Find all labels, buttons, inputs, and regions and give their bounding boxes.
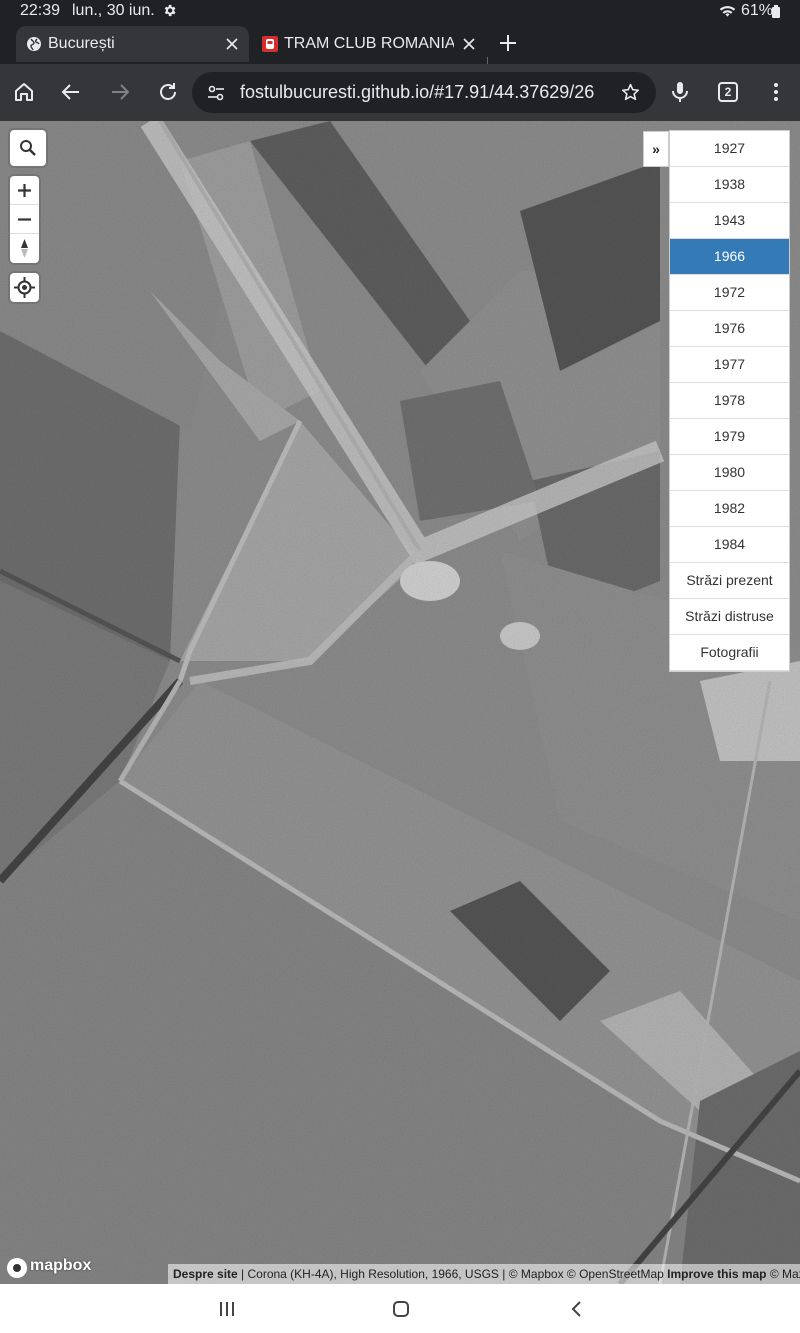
layer-item-1978[interactable]: 1978 (670, 383, 789, 419)
layer-item-1927[interactable]: 1927 (670, 131, 789, 167)
layer-panel-toggle[interactable]: » (643, 131, 669, 167)
system-nav-bar (0, 1284, 800, 1333)
browser-toolbar: fostulbucuresti.github.io/#17.91/44.3762… (0, 64, 800, 121)
layer-item-străzi-distruse[interactable]: Străzi distruse (670, 599, 789, 635)
back-icon[interactable] (59, 80, 83, 104)
microphone-icon[interactable] (668, 80, 692, 104)
layer-item-1966[interactable]: 1966 (670, 239, 789, 275)
about-site-link[interactable]: Despre site (173, 1267, 238, 1281)
forward-icon[interactable] (108, 80, 132, 104)
recent-apps-icon[interactable] (216, 1298, 238, 1320)
layer-item-1980[interactable]: 1980 (670, 455, 789, 491)
bookmark-star-icon[interactable] (620, 82, 641, 103)
new-tab-icon[interactable] (497, 32, 519, 54)
back-nav-icon[interactable] (566, 1298, 588, 1320)
tab-title: TRAM CLUB ROMANIA :: (284, 35, 454, 52)
date: lun., 30 iun. (72, 2, 155, 19)
layer-item-1977[interactable]: 1977 (670, 347, 789, 383)
layer-item-1982[interactable]: 1982 (670, 491, 789, 527)
tab-strip: București TRAM CLUB ROMANIA :: (0, 24, 800, 77)
minus-icon (18, 218, 31, 221)
layer-item-1979[interactable]: 1979 (670, 419, 789, 455)
site-settings-icon[interactable] (206, 83, 226, 103)
layer-item-1972[interactable]: 1972 (670, 275, 789, 311)
compass-icon (21, 239, 28, 258)
clock: 22:39 (20, 2, 61, 19)
globe-icon (27, 37, 41, 51)
layer-item-străzi-prezent[interactable]: Străzi prezent (670, 563, 789, 599)
mapbox-logo-icon (7, 1258, 27, 1278)
gear-icon (164, 4, 176, 17)
tab-switcher-button[interactable]: 2 (718, 82, 738, 102)
reload-icon[interactable] (156, 80, 180, 104)
layer-list: 1927 1938 1943 1966 1972 1976 1977 1978 1979 1980… (669, 130, 790, 672)
attribution-source: | Corona (KH-4A), High Resolution, 1966,… (237, 1267, 668, 1281)
attribution-maxar: © Maxar (769, 1267, 800, 1281)
battery-level: 61% (741, 2, 774, 19)
layer-item-1938[interactable]: 1938 (670, 167, 789, 203)
close-tab-icon[interactable] (223, 35, 241, 53)
layer-item-1976[interactable]: 1976 (670, 311, 789, 347)
home-icon[interactable] (12, 80, 36, 104)
locate-icon (14, 277, 35, 298)
address-bar[interactable]: fostulbucuresti.github.io/#17.91/44.3762… (192, 72, 656, 113)
close-tab-icon[interactable] (460, 35, 478, 53)
tab-tram-club[interactable]: TRAM CLUB ROMANIA :: (256, 26, 486, 62)
geolocate-button[interactable] (10, 273, 39, 302)
more-menu-icon[interactable] (764, 80, 788, 104)
tab-bucuresti[interactable]: București (16, 26, 249, 62)
tram-club-favicon-icon (262, 36, 278, 52)
zoom-controls (10, 176, 39, 263)
layer-item-1943[interactable]: 1943 (670, 203, 789, 239)
map-search-button[interactable] (10, 130, 46, 166)
zoom-out-button[interactable] (10, 205, 39, 234)
layer-item-1984[interactable]: 1984 (670, 527, 789, 563)
improve-map-link[interactable]: Improve this map (667, 1267, 766, 1281)
compass-button[interactable] (10, 234, 39, 263)
map-attribution: Despre site | Corona (KH-4A), High Resol… (168, 1264, 800, 1284)
search-icon (20, 140, 36, 156)
tab-title: București (48, 35, 115, 52)
zoom-in-button[interactable] (10, 176, 39, 205)
home-nav-icon[interactable] (390, 1298, 412, 1320)
url-text[interactable]: fostulbucuresti.github.io/#17.91/44.3762… (240, 82, 610, 103)
layer-item-fotografii[interactable]: Fotografii (670, 635, 789, 671)
plus-icon (18, 184, 31, 197)
battery-icon (772, 5, 780, 18)
status-bar: 22:39 lun., 30 iun. 61% (0, 0, 800, 24)
wifi-icon (719, 6, 736, 17)
map-canvas[interactable]: » 1927 1938 1943 1966 1972 1976 1977 1978 1979 19… (0, 121, 800, 1284)
mapbox-wordmark: mapbox (30, 1257, 92, 1274)
